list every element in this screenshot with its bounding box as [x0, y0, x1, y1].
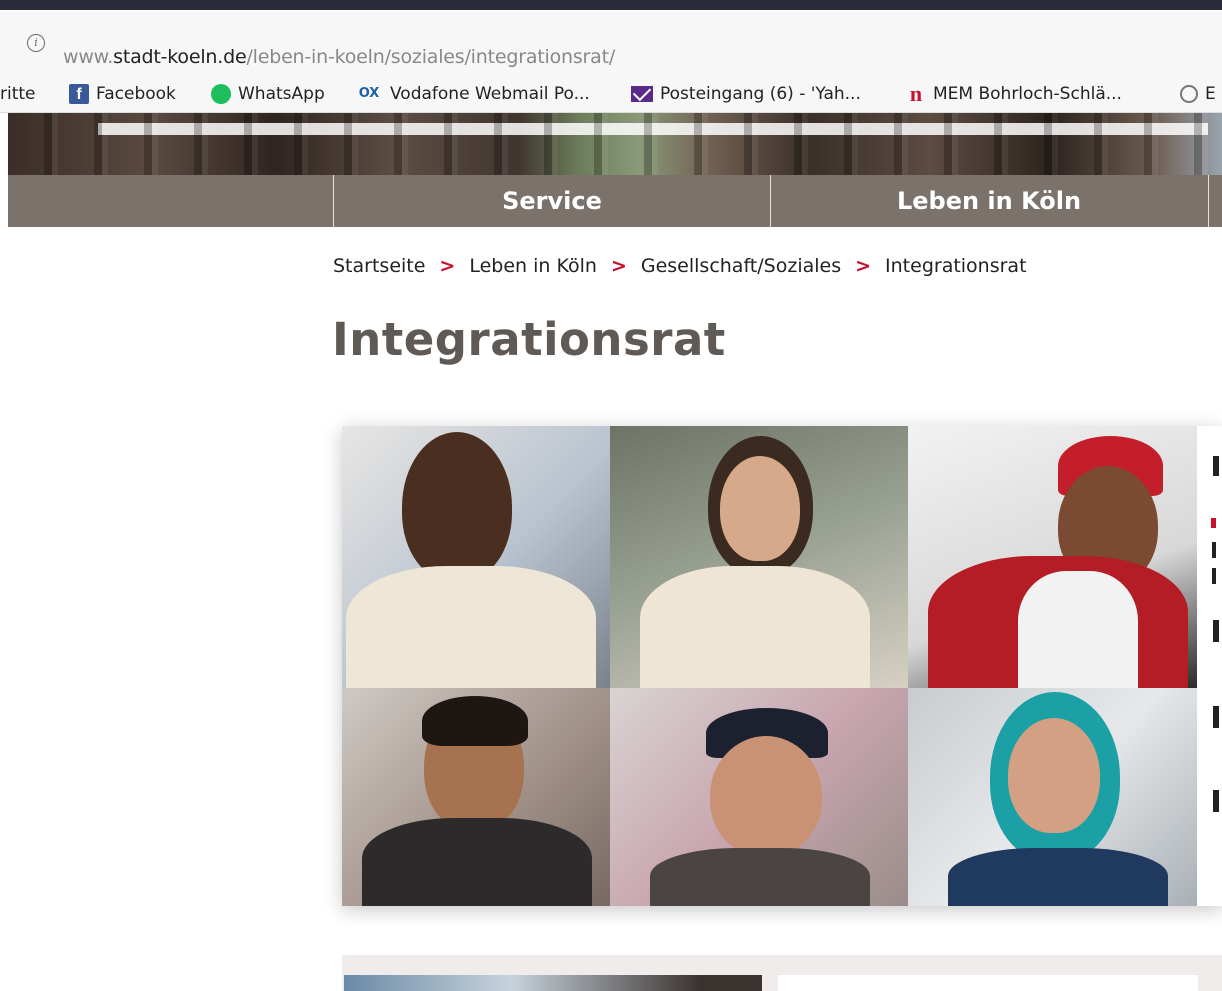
bookmark-label: Posteingang (6) - 'Yah...	[660, 84, 861, 104]
teaser-image	[344, 975, 762, 991]
second-teaser-card	[342, 955, 1222, 991]
url-prefix: www.	[63, 46, 114, 68]
bookmark-vodafone-webmail[interactable]: OX Vodafone Webmail Po...	[355, 82, 590, 106]
breadcrumb-separator: >	[439, 255, 456, 277]
bookmark-label: Facebook	[96, 84, 176, 104]
card-heading-fragment	[1213, 706, 1219, 728]
bookmark-facebook[interactable]: f Facebook	[69, 82, 176, 106]
header-banner-image	[8, 113, 1222, 175]
breadcrumb-gesellschaft-soziales[interactable]: Gesellschaft/Soziales	[641, 255, 841, 277]
card-text-fragment	[1212, 568, 1216, 584]
nav-item-leben-in-koeln[interactable]: Leben in Köln	[771, 175, 1207, 227]
ox-icon: OX	[358, 86, 380, 101]
facebook-icon: f	[69, 84, 89, 104]
nav-divider	[1208, 175, 1209, 227]
breadcrumb-separator: >	[855, 255, 872, 277]
globe-icon	[1180, 85, 1198, 103]
url-domain: stadt-koeln.de	[113, 46, 247, 68]
bookmark-label: WhatsApp	[238, 84, 325, 104]
bookmarks-bar: ritte f Facebook WhatsApp OX Vodafone We…	[0, 76, 1222, 113]
url-path: /leben-in-koeln/soziales/integrationsrat…	[246, 46, 616, 68]
breadcrumb-leben-in-koeln[interactable]: Leben in Köln	[469, 255, 597, 277]
card-text-fragment	[1212, 542, 1216, 558]
address-bar[interactable]: i www.stadt-koeln.de/leben-in-koeln/sozi…	[0, 12, 1222, 77]
bookmark-other[interactable]: E	[1180, 82, 1216, 106]
breadcrumb-startseite[interactable]: Startseite	[333, 255, 425, 277]
bookmark-label: ritte	[0, 84, 36, 104]
breadcrumb: Startseite > Leben in Köln > Gesellschaft/So…	[333, 255, 1027, 277]
card-heading-fragment	[1213, 790, 1219, 812]
whatsapp-icon	[211, 84, 231, 104]
main-navigation: Service Leben in Köln	[8, 175, 1222, 227]
mail-icon	[631, 86, 653, 102]
teaser-panel	[778, 975, 1198, 991]
bookmark-label: E	[1205, 84, 1216, 104]
bookmark-label: MEM Bohrloch-Schlä...	[933, 84, 1122, 104]
teaser-card	[342, 426, 1222, 906]
card-heading-fragment	[1213, 456, 1219, 476]
card-link-fragment	[1211, 518, 1216, 528]
nav-item-service[interactable]: Service	[334, 175, 770, 227]
card-heading-fragment	[1213, 620, 1219, 642]
people-collage-image	[342, 426, 1197, 906]
bookmark-label: Vodafone Webmail Po...	[390, 84, 590, 104]
mem-icon: n	[909, 81, 923, 106]
url-text[interactable]: www.stadt-koeln.de/leben-in-koeln/sozial…	[63, 46, 615, 68]
breadcrumb-current: Integrationsrat	[885, 255, 1027, 277]
window-top-bar	[0, 0, 1222, 10]
page-title: Integrationsrat	[332, 313, 726, 366]
breadcrumb-separator: >	[610, 255, 627, 277]
info-icon[interactable]: i	[27, 34, 45, 52]
bookmark-item[interactable]: ritte	[0, 82, 36, 106]
bookmark-posteingang[interactable]: Posteingang (6) - 'Yah...	[631, 82, 861, 106]
bookmark-mem[interactable]: n MEM Bohrloch-Schlä...	[906, 82, 1122, 106]
bookmark-whatsapp[interactable]: WhatsApp	[211, 82, 325, 106]
